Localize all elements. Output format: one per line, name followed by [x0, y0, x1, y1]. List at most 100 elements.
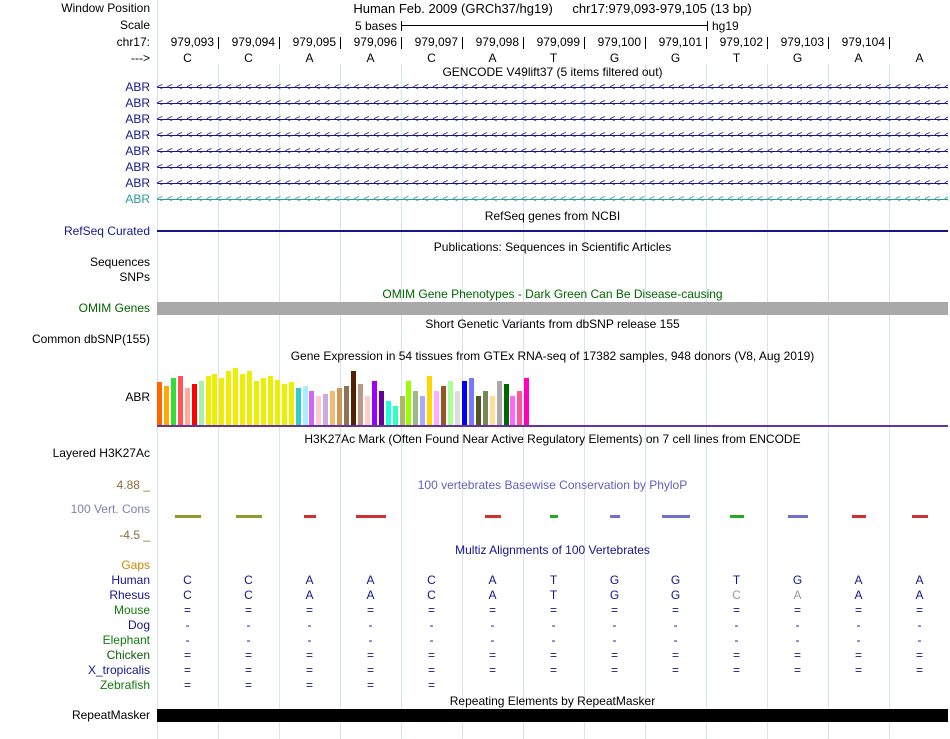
gtex-gene-label[interactable]: ABR [0, 391, 150, 404]
gtex-bar[interactable] [323, 394, 328, 426]
gencode-transcript[interactable]: <<<<<<<<<<<<<<<<<<<<<<<<<<<<<<<<<<<<<<<<… [157, 129, 948, 142]
gtex-bar[interactable] [330, 391, 335, 426]
gtex-bar[interactable] [233, 368, 238, 426]
gencode-item-label[interactable]: ABR [0, 129, 150, 142]
gtex-bar[interactable] [406, 381, 411, 426]
gtex-bar[interactable] [400, 396, 405, 426]
gtex-bar[interactable] [282, 384, 287, 426]
gencode-item-label[interactable]: ABR [0, 177, 150, 190]
gtex-bar[interactable] [504, 384, 509, 426]
gtex-bar[interactable] [510, 396, 515, 426]
gtex-bar[interactable] [413, 391, 418, 426]
gtex-bar[interactable] [455, 391, 460, 426]
base-letter: A [488, 51, 497, 65]
gtex-bar[interactable] [261, 378, 266, 426]
species-label[interactable]: Mouse [0, 604, 150, 617]
gencode-item-label[interactable]: ABR [0, 193, 150, 206]
species-label[interactable]: Gaps [0, 559, 150, 572]
gtex-bar[interactable] [247, 371, 252, 426]
gtex-bar[interactable] [358, 384, 363, 426]
omim-genes-bar[interactable] [157, 302, 948, 315]
alignment-cell: - [673, 633, 678, 647]
h3k27ac-label[interactable]: Layered H3K27Ac [0, 447, 150, 460]
dbsnp-title: Short Genetic Variants from dbSNP releas… [425, 317, 680, 331]
gencode-transcript[interactable]: <<<<<<<<<<<<<<<<<<<<<<<<<<<<<<<<<<<<<<<<… [157, 193, 948, 206]
species-label[interactable]: Elephant [0, 634, 150, 647]
gtex-bar[interactable] [393, 406, 398, 426]
gencode-transcript[interactable]: <<<<<<<<<<<<<<<<<<<<<<<<<<<<<<<<<<<<<<<<… [157, 97, 948, 110]
gtex-bar[interactable] [337, 388, 342, 426]
gencode-transcript[interactable]: <<<<<<<<<<<<<<<<<<<<<<<<<<<<<<<<<<<<<<<<… [157, 81, 948, 94]
species-label[interactable]: Zebrafish [0, 679, 150, 692]
omim-genes-label[interactable]: OMIM Genes [0, 302, 150, 315]
gtex-bar[interactable] [219, 378, 224, 426]
gtex-bar[interactable] [490, 396, 495, 426]
gtex-bar[interactable] [441, 386, 446, 426]
gtex-bar[interactable] [316, 396, 321, 426]
gtex-bar[interactable] [434, 391, 439, 426]
gencode-item-label[interactable]: ABR [0, 161, 150, 174]
gencode-item-label[interactable]: ABR [0, 113, 150, 126]
gtex-bar[interactable] [379, 391, 384, 426]
gtex-bar[interactable] [275, 380, 280, 426]
refseq-curated-label[interactable]: RefSeq Curated [0, 225, 150, 238]
refseq-curated-line[interactable] [157, 230, 948, 232]
gtex-bar[interactable] [157, 382, 162, 426]
alignment-cell: T [549, 573, 558, 587]
gtex-bar[interactable] [268, 376, 273, 426]
gtex-bar[interactable] [226, 371, 231, 426]
gtex-bar[interactable] [497, 381, 502, 426]
gtex-bar[interactable] [351, 371, 356, 426]
alignment-cell: = [915, 663, 923, 677]
gtex-bar[interactable] [524, 378, 529, 426]
phylop-track-label[interactable]: 100 Vert. Cons [0, 503, 150, 516]
gtex-bar[interactable] [372, 381, 377, 426]
gtex-bar[interactable] [303, 386, 308, 426]
gencode-transcript[interactable]: <<<<<<<<<<<<<<<<<<<<<<<<<<<<<<<<<<<<<<<<… [157, 145, 948, 158]
gtex-bar[interactable] [309, 391, 314, 426]
species-label[interactable]: Dog [0, 619, 150, 632]
gencode-item-label[interactable]: ABR [0, 97, 150, 110]
gtex-bar[interactable] [185, 388, 190, 426]
alignment-cell: = [305, 663, 313, 677]
species-label[interactable]: Human [0, 574, 150, 587]
gtex-bar[interactable] [448, 381, 453, 426]
gencode-transcript[interactable]: <<<<<<<<<<<<<<<<<<<<<<<<<<<<<<<<<<<<<<<<… [157, 177, 948, 190]
gtex-bar[interactable] [517, 391, 522, 426]
gtex-bar[interactable] [178, 376, 183, 426]
gencode-item-label[interactable]: ABR [0, 145, 150, 158]
alignment-cell: = [854, 648, 862, 662]
alignment-cell: C [244, 588, 253, 602]
gtex-bar[interactable] [483, 391, 488, 426]
gtex-bar[interactable] [254, 381, 259, 426]
repeatmasker-bar[interactable] [157, 709, 948, 722]
gtex-bar[interactable] [296, 388, 301, 426]
gtex-bar[interactable] [199, 381, 204, 426]
gtex-bar[interactable] [420, 396, 425, 426]
gencode-transcript[interactable]: <<<<<<<<<<<<<<<<<<<<<<<<<<<<<<<<<<<<<<<<… [157, 161, 948, 174]
gtex-bar[interactable] [240, 374, 245, 426]
species-label[interactable]: X_tropicalis [0, 664, 150, 677]
species-label[interactable]: Chicken [0, 649, 150, 662]
gtex-bar[interactable] [164, 386, 169, 426]
gtex-bar[interactable] [462, 381, 467, 426]
gtex-bar[interactable] [289, 382, 294, 426]
gtex-bar[interactable] [206, 376, 211, 426]
gtex-bar[interactable] [476, 396, 481, 426]
gtex-bar[interactable] [344, 386, 349, 426]
gtex-bar[interactable] [171, 378, 176, 426]
gtex-bar[interactable] [386, 401, 391, 426]
gtex-bar[interactable] [192, 384, 197, 426]
species-label[interactable]: Rhesus [0, 589, 150, 602]
gtex-bar[interactable] [427, 376, 432, 426]
gencode-transcript[interactable]: <<<<<<<<<<<<<<<<<<<<<<<<<<<<<<<<<<<<<<<<… [157, 113, 948, 126]
repeatmasker-label[interactable]: RepeatMasker [0, 709, 150, 722]
dbsnp-label[interactable]: Common dbSNP(155) [0, 333, 150, 346]
gencode-item-label[interactable]: ABR [0, 81, 150, 94]
gtex-bar[interactable] [212, 374, 217, 426]
publications-sequences-label[interactable]: Sequences [0, 256, 150, 269]
gtex-bar[interactable] [469, 378, 474, 426]
gtex-bar[interactable] [365, 396, 370, 426]
phylop-signal-mark [912, 515, 928, 518]
publications-snps-label[interactable]: SNPs [0, 271, 150, 284]
